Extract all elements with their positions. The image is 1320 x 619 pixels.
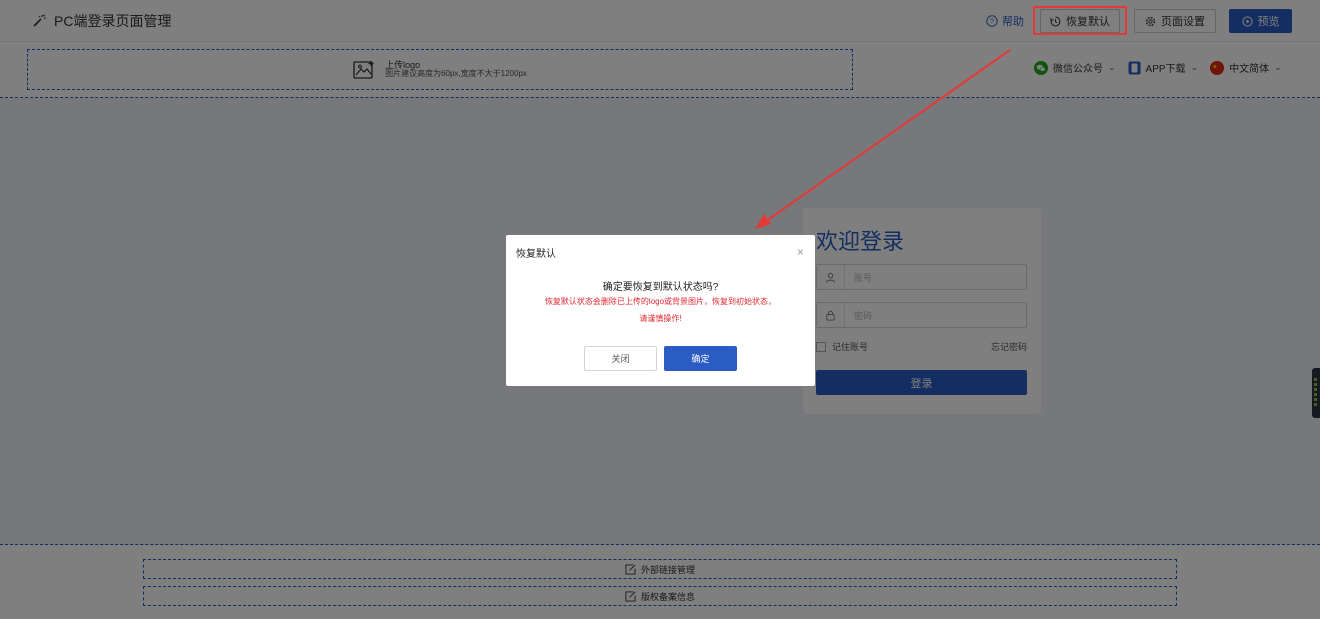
dialog-question: 确定要恢复到默认状态吗? <box>602 282 719 293</box>
dialog-warning-line1: 恢复默认状态会删除已上传的logo或背景图片，恢复到初始状态， <box>544 297 777 306</box>
dialog-title: 恢复默认 <box>516 249 556 260</box>
close-icon[interactable]: × <box>797 245 804 259</box>
restore-default-dialog: 恢复默认 × 确定要恢复到默认状态吗? 恢复默认状态会删除已上传的logo或背景… <box>506 235 815 386</box>
dialog-warning-line2: 请谨慎操作! <box>639 314 682 323</box>
dialog-confirm-button[interactable]: 确定 <box>664 346 737 371</box>
annotation-highlight-box <box>1033 6 1127 35</box>
dialog-cancel-button[interactable]: 关闭 <box>584 346 657 371</box>
